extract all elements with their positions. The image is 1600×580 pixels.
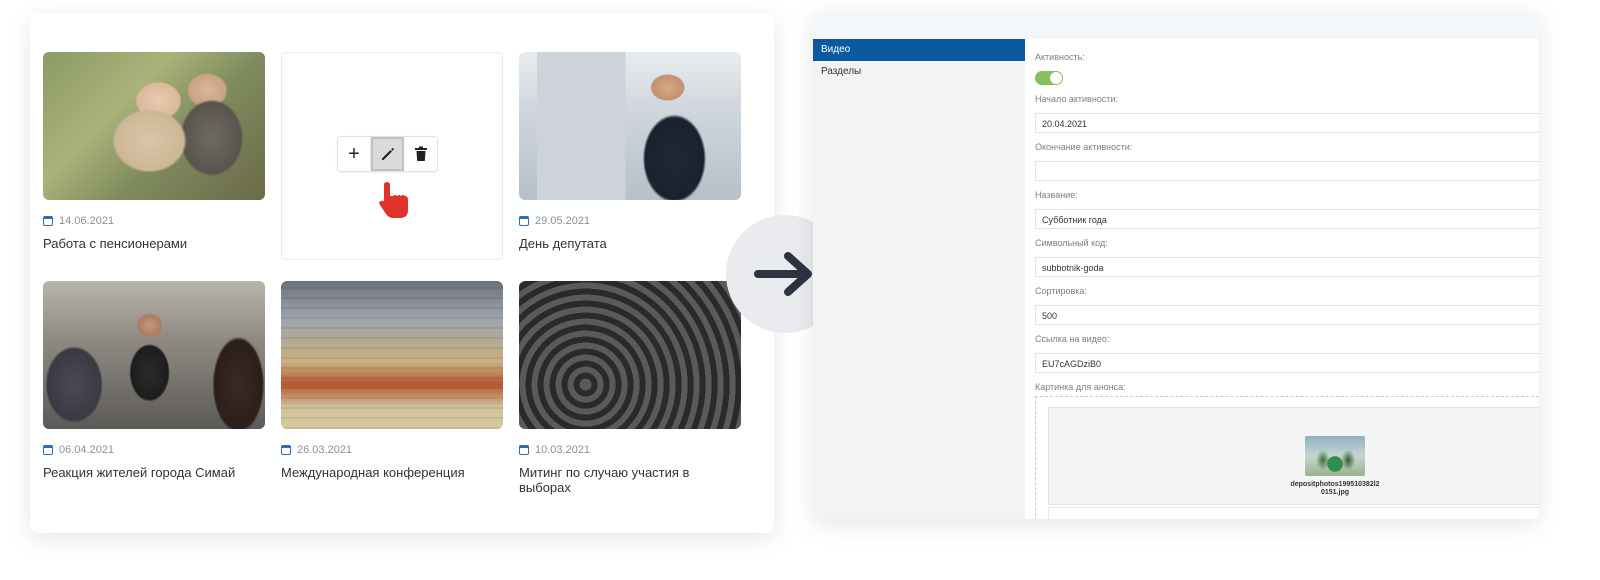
activity-label: Активность: bbox=[1035, 52, 1085, 62]
code-input[interactable]: subbotnik-goda bbox=[1035, 257, 1539, 277]
calendar-icon bbox=[43, 216, 53, 226]
activity-toggle[interactable] bbox=[1035, 71, 1063, 85]
plus-icon: + bbox=[348, 142, 360, 165]
news-date: 26.03.2021 bbox=[281, 443, 503, 457]
news-date-text: 06.04.2021 bbox=[59, 444, 115, 456]
trash-icon bbox=[414, 146, 427, 161]
news-title[interactable]: Международная конференция bbox=[281, 465, 503, 480]
file-name: depositphotos199510382l20151.jpg bbox=[1290, 481, 1380, 496]
add-button[interactable]: + bbox=[338, 137, 371, 171]
code-label: Символьный код: bbox=[1035, 238, 1108, 248]
image-upload-area[interactable]: depositphotos199510382l20151.jpg bbox=[1035, 396, 1539, 519]
admin-panel: Видео Разделы Активность: Начало активно… bbox=[813, 11, 1539, 519]
news-image[interactable] bbox=[43, 281, 265, 429]
sort-label: Сортировка: bbox=[1035, 286, 1087, 296]
admin-sidebar: Видео Разделы bbox=[813, 39, 1025, 519]
name-label: Название: bbox=[1035, 190, 1078, 200]
calendar-icon bbox=[43, 445, 53, 455]
news-date-text: 26.03.2021 bbox=[297, 444, 353, 456]
start-date-label: Начало активности: bbox=[1035, 94, 1118, 104]
news-card-placeholder[interactable]: + bbox=[281, 52, 503, 260]
news-card[interactable]: 26.03.2021 Международная конференция bbox=[281, 281, 503, 480]
news-card[interactable]: 29.05.2021 День депутата bbox=[519, 52, 741, 251]
calendar-icon bbox=[519, 445, 529, 455]
start-date-input[interactable]: 20.04.2021 bbox=[1035, 113, 1539, 133]
news-image[interactable] bbox=[43, 52, 265, 200]
arrow-right-icon bbox=[754, 252, 812, 296]
pencil-icon bbox=[381, 148, 394, 160]
sidebar-item-sections[interactable]: Разделы bbox=[813, 61, 1025, 83]
news-image[interactable] bbox=[519, 52, 741, 200]
sort-input[interactable]: 500 bbox=[1035, 305, 1539, 325]
news-date-text: 14.06.2021 bbox=[59, 215, 115, 227]
news-image[interactable] bbox=[519, 281, 741, 429]
delete-button[interactable] bbox=[404, 137, 437, 171]
video-link-label: Ссылка на видео: bbox=[1035, 334, 1110, 344]
image-thumbnail[interactable] bbox=[1305, 436, 1365, 476]
pointer-hand-icon bbox=[379, 182, 408, 218]
news-title[interactable]: Реакция жителей города Симай bbox=[43, 465, 265, 480]
news-card[interactable]: 14.06.2021 Работа с пенсионерами bbox=[43, 52, 265, 251]
edit-toolbar: + bbox=[337, 136, 438, 172]
upload-description-field[interactable] bbox=[1048, 507, 1539, 519]
preview-image-label: Картинка для анонса: bbox=[1035, 382, 1126, 392]
news-date: 29.05.2021 bbox=[519, 214, 741, 228]
sidebar-item-video[interactable]: Видео bbox=[813, 39, 1025, 61]
news-date: 10.03.2021 bbox=[519, 443, 741, 457]
news-date-text: 29.05.2021 bbox=[535, 215, 591, 227]
name-input[interactable]: Субботник года bbox=[1035, 209, 1539, 229]
image-preview: depositphotos199510382l20151.jpg bbox=[1048, 407, 1539, 505]
news-image[interactable] bbox=[281, 281, 503, 429]
calendar-icon bbox=[281, 445, 291, 455]
news-date: 14.06.2021 bbox=[43, 214, 265, 228]
end-date-input[interactable] bbox=[1035, 161, 1539, 181]
news-card[interactable]: 06.04.2021 Реакция жителей города Симай bbox=[43, 281, 265, 480]
video-link-input[interactable]: EU7cAGDziB0 bbox=[1035, 353, 1539, 373]
end-date-label: Окончание активности: bbox=[1035, 142, 1133, 152]
admin-header bbox=[813, 11, 1539, 39]
news-date: 06.04.2021 bbox=[43, 443, 265, 457]
edit-form: Активность: Начало активности: 20.04.202… bbox=[1035, 47, 1539, 519]
news-grid-card: 14.06.2021 Работа с пенсионерами + 29.05… bbox=[30, 13, 774, 533]
news-title[interactable]: Работа с пенсионерами bbox=[43, 236, 265, 251]
news-title[interactable]: Митинг по случаю участия в выборах bbox=[519, 465, 741, 495]
news-title[interactable]: День депутата bbox=[519, 236, 741, 251]
news-date-text: 10.03.2021 bbox=[535, 444, 591, 456]
calendar-icon bbox=[519, 216, 529, 226]
news-card[interactable]: 10.03.2021 Митинг по случаю участия в вы… bbox=[519, 281, 741, 495]
edit-button[interactable] bbox=[371, 137, 404, 171]
